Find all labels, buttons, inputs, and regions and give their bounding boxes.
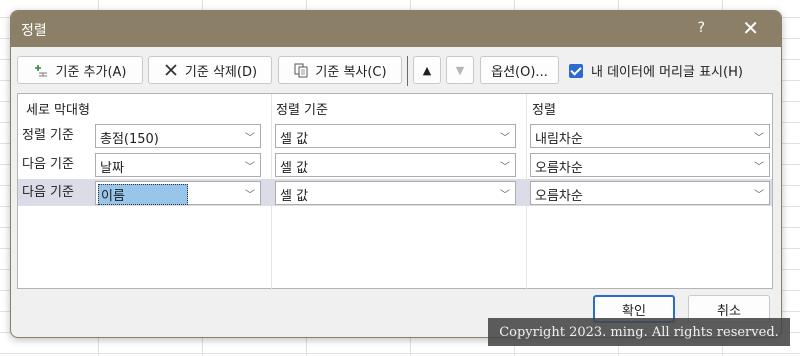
add-level-label: 기준 추가(A)	[55, 64, 127, 80]
toolbar-separator	[407, 56, 408, 86]
sort-on-select[interactable]: 셀 값 ﹀	[275, 153, 516, 177]
chevron-down-icon[interactable]: ﹀	[240, 125, 260, 147]
move-up-button[interactable]: ▲	[413, 56, 441, 84]
delete-x-icon	[165, 64, 177, 76]
sort-on-select[interactable]: 셀 값 ﹀	[275, 181, 516, 205]
chevron-down-icon[interactable]: ﹀	[240, 182, 260, 204]
order-select[interactable]: 내림차순 ﹀	[530, 124, 770, 148]
copy-level-button[interactable]: 기준 복사(C)	[278, 56, 402, 84]
sort-on-select-value: 셀 값	[280, 161, 309, 176]
chevron-down-icon[interactable]: ﹀	[495, 154, 515, 176]
column-select-value: 총점(150)	[100, 132, 159, 147]
chevron-down-icon[interactable]: ﹀	[749, 154, 769, 176]
delete-level-button[interactable]: 기준 삭제(D)	[148, 56, 272, 84]
copyright-watermark: Copyright 2023. ming. All rights reserve…	[488, 318, 790, 346]
add-level-icon	[35, 65, 48, 77]
sort-dialog: 정렬 ? ✕ 기준 추가(A) 기준 삭제(D) 기준 복사(C) ▲ ▼ 옵션…	[10, 10, 782, 338]
options-label: 옵션(O)...	[491, 64, 548, 80]
order-select[interactable]: 오름차순 ﹀	[530, 181, 770, 205]
dialog-title: 정렬	[21, 23, 47, 39]
order-select-value: 오름차순	[535, 161, 583, 176]
order-select-value: 내림차순	[535, 132, 583, 147]
options-button[interactable]: 옵션(O)...	[480, 56, 559, 84]
title-bar: 정렬 ? ✕	[11, 11, 781, 47]
header-checkbox[interactable]	[569, 63, 583, 78]
column-header-order: 정렬	[532, 103, 556, 118]
chevron-down-icon[interactable]: ﹀	[495, 125, 515, 147]
header-checkbox-group[interactable]: 내 데이터에 머리글 표시(H)	[569, 61, 743, 80]
column-select[interactable]: 이름 ﹀	[95, 181, 261, 205]
sort-level-row[interactable]: 다음 기준 날짜 ﹀ 셀 값 ﹀ 오름차순 ﹀	[18, 151, 772, 178]
arrow-down-icon: ▼	[455, 63, 465, 77]
help-button[interactable]: ?	[698, 20, 705, 36]
toolbar: 기준 추가(A) 기준 삭제(D) 기준 복사(C) ▲ ▼ 옵션(O)...	[17, 56, 775, 86]
sort-levels-grid: 세로 막대형 정렬 기준 정렬 정렬 기준 총점(150) ﹀ 셀 값 ﹀ 내림…	[17, 93, 773, 290]
column-header-column: 세로 막대형	[26, 103, 90, 118]
order-select[interactable]: 오름차순 ﹀	[530, 153, 770, 177]
chevron-down-icon[interactable]: ﹀	[495, 182, 515, 204]
row-label: 다음 기준	[22, 157, 74, 172]
delete-level-label: 기준 삭제(D)	[184, 64, 258, 80]
chevron-down-icon[interactable]: ﹀	[240, 154, 260, 176]
sort-level-row[interactable]: 정렬 기준 총점(150) ﹀ 셀 값 ﹀ 내림차순 ﹀	[18, 122, 772, 149]
column-select-value: 날짜	[100, 161, 124, 176]
column-select[interactable]: 총점(150) ﹀	[95, 124, 261, 148]
column-select-value: 이름	[98, 184, 188, 205]
sort-level-row-selected[interactable]: 다음 기준 이름 ﹀ 셀 값 ﹀ 오름차순 ﹀	[18, 179, 772, 206]
sort-on-select[interactable]: 셀 값 ﹀	[275, 124, 516, 148]
copy-level-label: 기준 복사(C)	[315, 64, 387, 80]
row-label: 정렬 기준	[22, 128, 74, 143]
order-select-value: 오름차순	[535, 189, 583, 204]
close-button[interactable]: ✕	[742, 16, 759, 40]
add-level-button[interactable]: 기준 추가(A)	[17, 56, 143, 84]
chevron-down-icon[interactable]: ﹀	[749, 125, 769, 147]
column-select[interactable]: 날짜 ﹀	[95, 153, 261, 177]
chevron-down-icon[interactable]: ﹀	[749, 182, 769, 204]
arrow-up-icon: ▲	[422, 63, 432, 77]
move-down-button[interactable]: ▼	[446, 56, 474, 84]
row-label: 다음 기준	[22, 185, 74, 200]
header-checkbox-label: 내 데이터에 머리글 표시(H)	[591, 65, 743, 80]
sort-on-select-value: 셀 값	[280, 132, 309, 147]
column-header-sort-on: 정렬 기준	[276, 103, 328, 118]
sort-on-select-value: 셀 값	[280, 189, 309, 204]
copy-icon	[294, 63, 308, 78]
